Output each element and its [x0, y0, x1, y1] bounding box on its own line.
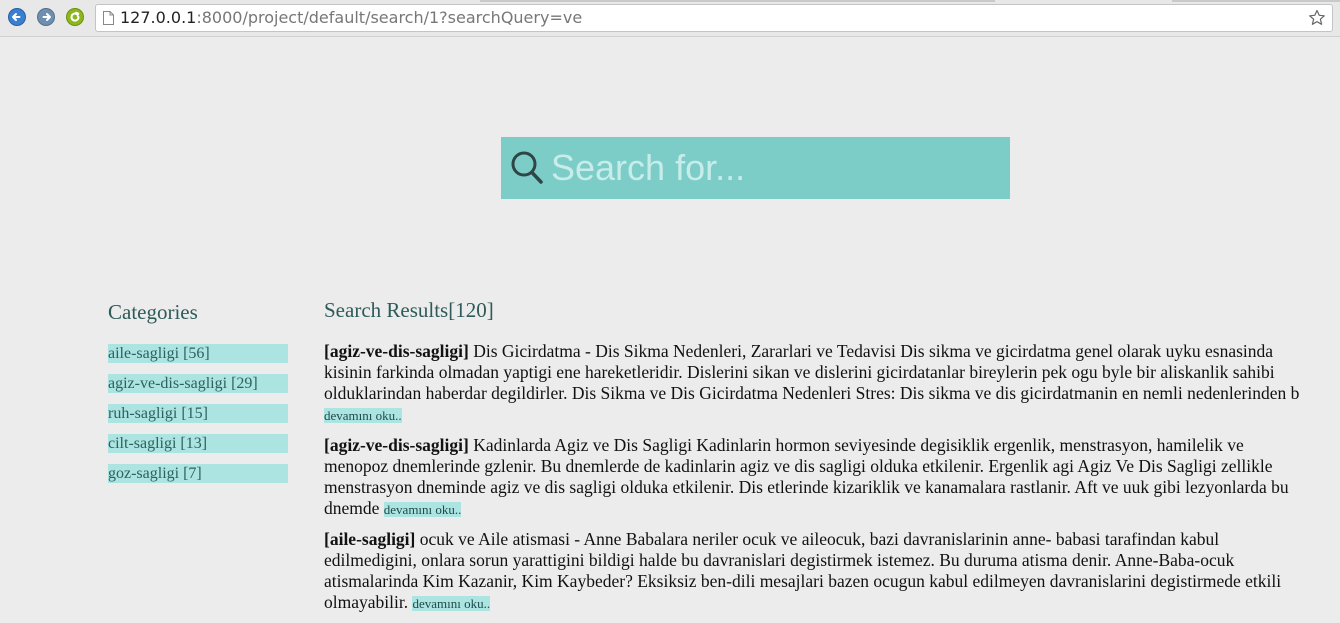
search-input[interactable]: [551, 143, 991, 193]
back-arrow-icon: [8, 8, 26, 26]
forward-button[interactable]: [37, 8, 55, 26]
url-text: 127.0.0.1:8000/project/default/search/1?…: [120, 5, 582, 31]
back-button[interactable]: [8, 8, 26, 26]
browser-toolbar: 127.0.0.1:8000/project/default/search/1?…: [0, 0, 1340, 37]
tab-strip: [480, 0, 995, 2]
reload-icon: [66, 8, 84, 26]
category-list: aile-sagligi [56] agiz-ve-dis-sagligi [2…: [108, 344, 288, 494]
result-text: Kadinlarda Agiz ve Dis Sagligi Kadinlari…: [324, 435, 1289, 518]
result-category: [aile-sagligi]: [324, 529, 416, 549]
url-path: :8000/project/default/search/1?searchQue…: [196, 8, 583, 27]
address-bar[interactable]: 127.0.0.1:8000/project/default/search/1?…: [95, 4, 1333, 32]
category-link-cilt-sagligi[interactable]: cilt-sagligi [13]: [108, 434, 288, 453]
result-category: [agiz-ve-dis-sagligi]: [324, 435, 469, 455]
tab-strip: [1172, 0, 1340, 2]
read-more-link[interactable]: devamını oku..: [324, 408, 402, 423]
result-category: [agiz-ve-dis-sagligi]: [324, 341, 469, 361]
result-item: [agiz-ve-dis-sagligi] Dis Gicirdatma - D…: [324, 341, 1309, 426]
bookmark-star-icon[interactable]: [1308, 9, 1326, 27]
categories-heading: Categories: [108, 300, 198, 324]
category-link-goz-sagligi[interactable]: goz-sagligi [7]: [108, 464, 288, 483]
search-box[interactable]: [501, 137, 1010, 199]
url-host: 127.0.0.1: [120, 8, 197, 27]
result-item: [agiz-ve-dis-sagligi] Kadinlarda Agiz ve…: [324, 435, 1309, 520]
reload-button[interactable]: [66, 8, 84, 26]
category-link-aile-sagligi[interactable]: aile-sagligi [56]: [108, 344, 288, 363]
results-list: [agiz-ve-dis-sagligi] Dis Gicirdatma - D…: [324, 341, 1309, 623]
result-text: Dis Gicirdatma - Dis Sikma Nedenleri, Za…: [324, 341, 1300, 403]
forward-arrow-icon: [37, 8, 55, 26]
result-item: [aile-sagligi] ocuk ve Aile atismasi - A…: [324, 529, 1309, 614]
page-icon: [103, 11, 114, 25]
results-heading: Search Results[120]: [324, 298, 494, 322]
category-link-agiz-ve-dis-sagligi[interactable]: agiz-ve-dis-sagligi [29]: [108, 374, 288, 393]
search-icon: [511, 151, 543, 184]
read-more-link[interactable]: devamını oku..: [383, 502, 462, 517]
category-link-ruh-sagligi[interactable]: ruh-sagligi [15]: [108, 404, 288, 423]
read-more-link[interactable]: devamını oku..: [412, 596, 491, 611]
